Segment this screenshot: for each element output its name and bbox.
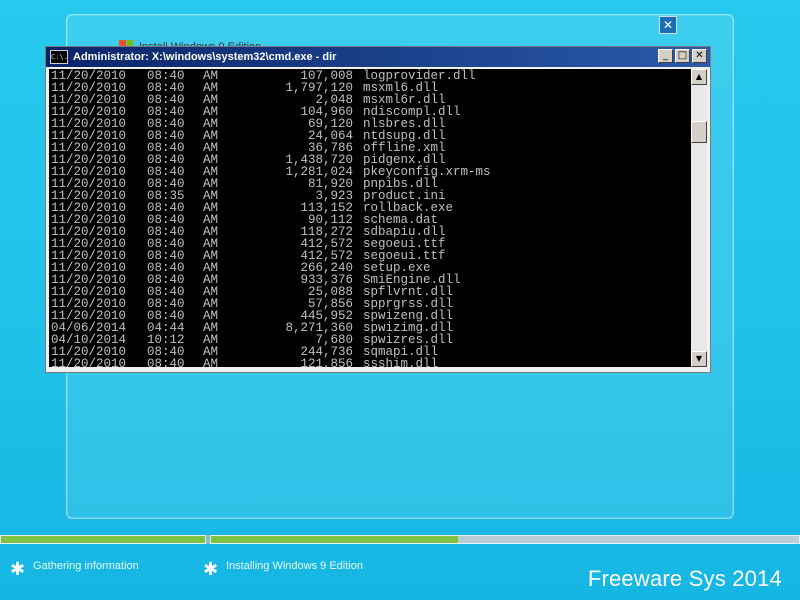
vertical-scrollbar[interactable]: ▲ ▼: [691, 69, 707, 367]
console-time: 08:40: [147, 357, 185, 367]
cmd-icon[interactable]: C:\.: [50, 50, 68, 64]
window-controls: _ □ ✕: [658, 49, 707, 63]
console-output[interactable]: 11/20/2010 08:40 AM 107,008 logprovider.dll 1…: [49, 69, 692, 367]
console-line: 11/20/2010 08:40 AM 121,856 ssshim.dll: [51, 358, 491, 367]
progress-segment-gathering: [0, 535, 206, 544]
console-name: ssshim.dll: [363, 357, 439, 367]
scroll-down-arrow[interactable]: ▼: [691, 351, 707, 367]
progress-fill-gathering: [1, 536, 205, 543]
cmd-titlebar[interactable]: C:\. Administrator: X:\windows\system32\…: [46, 47, 710, 67]
scroll-thumb[interactable]: [691, 121, 707, 143]
cmd-title: Administrator: X:\windows\system32\cmd.e…: [73, 51, 337, 63]
star-icon: ✱: [10, 559, 26, 580]
star-icon: ✱: [203, 559, 219, 580]
progress-segment-installing: [210, 535, 800, 544]
scroll-up-arrow[interactable]: ▲: [691, 69, 707, 85]
cmd-window[interactable]: C:\. Administrator: X:\windows\system32\…: [45, 46, 711, 373]
close-button[interactable]: ✕: [692, 49, 707, 63]
console-ampm: AM: [203, 357, 219, 367]
progress-fill-installing: [211, 536, 458, 543]
console-lines: 11/20/2010 08:40 AM 107,008 logprovider.dll 1…: [51, 70, 491, 367]
brand-watermark: Freeware Sys 2014: [587, 566, 782, 591]
console-date: 11/20/2010: [51, 357, 127, 367]
minimize-button[interactable]: _: [658, 49, 673, 63]
console-size: 121,856: [300, 357, 353, 367]
progress-strip: [0, 535, 800, 544]
step-label-installing: Installing Windows 9 Edition: [226, 560, 363, 572]
close-icon[interactable]: ✕: [659, 16, 677, 34]
maximize-button[interactable]: □: [675, 49, 690, 63]
step-label-gathering: Gathering information: [33, 560, 139, 572]
